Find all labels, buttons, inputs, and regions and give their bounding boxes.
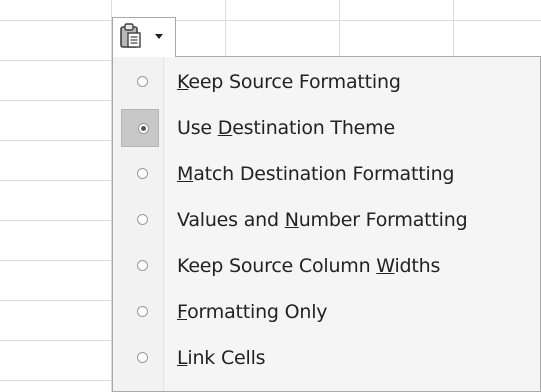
paste-option-item[interactable]: Link Cells: [113, 335, 541, 381]
option-check-area: [121, 155, 159, 193]
option-check-area: [121, 247, 159, 285]
radio-icon: [137, 352, 148, 363]
radio-icon: [137, 168, 148, 179]
radio-icon: [137, 260, 148, 271]
paste-option-item[interactable]: Formatting Only: [113, 289, 541, 335]
paste-option-item[interactable]: Values and Number Formatting: [113, 197, 541, 243]
radio-icon: [137, 306, 148, 317]
radio-dot-icon: [141, 126, 146, 131]
paste-option-item[interactable]: Keep Source Formatting: [113, 59, 541, 105]
clipboard-icon: [120, 23, 141, 48]
paste-option-label: Use Destination Theme: [177, 117, 395, 139]
paste-options-menu: Keep Source Formatting Use Destination Th…: [112, 56, 541, 392]
paste-option-label: Link Cells: [177, 347, 266, 369]
option-check-area: [121, 293, 159, 331]
option-check-area: [121, 201, 159, 239]
paste-option-label: Keep Source Formatting: [177, 71, 401, 93]
option-check-area: [121, 339, 159, 377]
paste-option-label: Values and Number Formatting: [177, 209, 468, 231]
paste-option-label: Keep Source Column Widths: [177, 255, 441, 277]
paste-option-label: Match Destination Formatting: [177, 163, 455, 185]
paste-options-button[interactable]: [112, 17, 176, 57]
paste-option-item[interactable]: Match Destination Formatting: [113, 151, 541, 197]
paste-option-label: Formatting Only: [177, 301, 328, 323]
dropdown-caret-icon: [155, 34, 163, 39]
paste-option-item[interactable]: Use Destination Theme: [113, 105, 541, 151]
radio-icon: [138, 123, 149, 134]
radio-icon: [137, 214, 148, 225]
radio-icon: [137, 76, 148, 87]
paste-option-item[interactable]: Keep Source Column Widths: [113, 243, 541, 289]
option-check-area: [121, 63, 159, 101]
option-check-area: [121, 109, 159, 147]
